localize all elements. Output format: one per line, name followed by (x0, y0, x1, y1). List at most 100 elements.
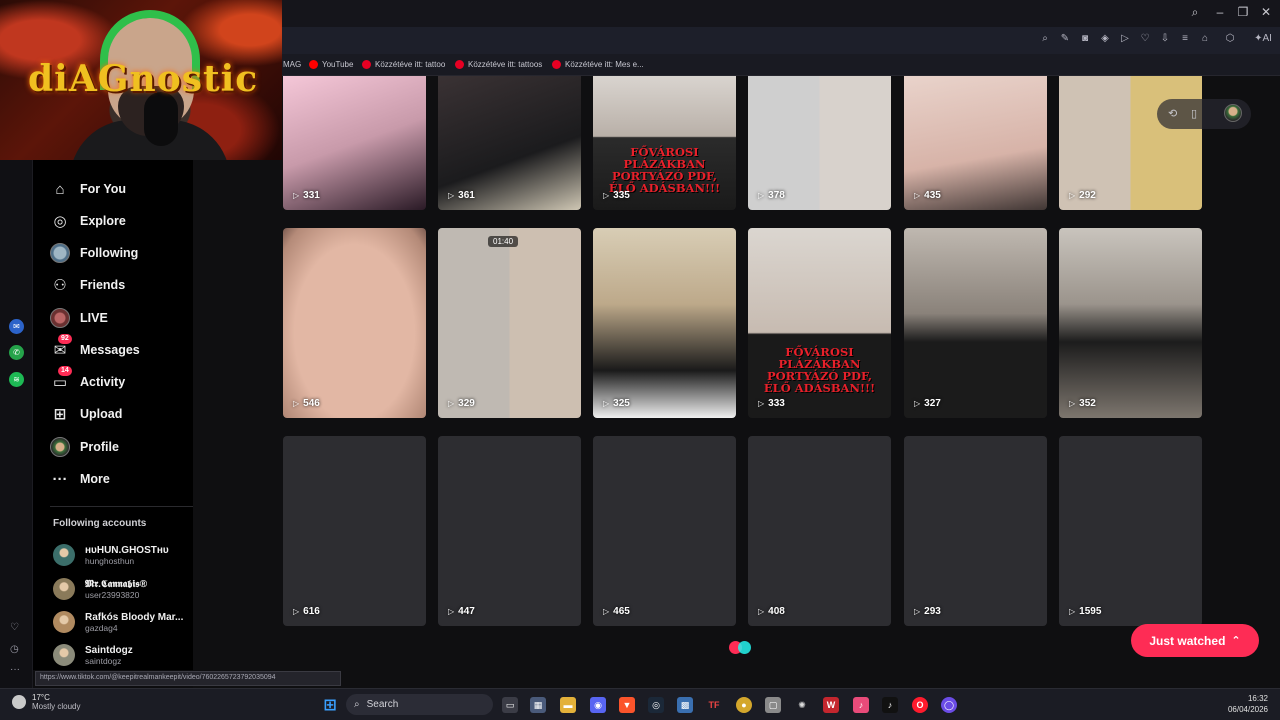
bookmark-mag[interactable]: MAG (283, 60, 301, 69)
video-tile[interactable]: FŐVÁROSI PLÁZÁKBAN PORTYÁZÓ PDF, ÉLŐ ADÁ… (593, 76, 736, 210)
zoom-icon[interactable]: ⌕ (1038, 33, 1052, 44)
video-tile[interactable]: ▷ 293 (904, 436, 1047, 626)
photos-icon[interactable]: ▩ (677, 697, 693, 713)
wps-icon[interactable]: W (823, 697, 839, 713)
pinterest-icon (362, 60, 371, 69)
edit-icon[interactable]: ✎ (1058, 33, 1072, 44)
nav-item-upload[interactable]: ⊞ Upload (50, 404, 123, 424)
weather-temp: 17°C (32, 693, 50, 702)
heart-icon[interactable]: ♡ (1138, 33, 1152, 44)
bookmark-pinterest-2[interactable]: Közzétéve itt: tattoos (455, 60, 542, 69)
search-icon: ⌕ (354, 699, 360, 710)
windows-taskbar (0, 688, 1280, 720)
video-tile[interactable]: ▷ 408 (748, 436, 891, 626)
view-count: ▷ 546 (293, 398, 320, 409)
phone-icon[interactable]: ▯ (1191, 107, 1197, 120)
video-tile[interactable]: ▷ 378 (748, 76, 891, 210)
chatgpt-icon[interactable]: ✺ (794, 697, 810, 713)
whatsapp-icon[interactable]: ✆ (9, 345, 24, 360)
nav-item-label: Activity (80, 375, 126, 389)
video-tile[interactable]: ▷ 465 (593, 436, 736, 626)
video-tile[interactable]: 01:40 ▷ 329 (438, 228, 581, 418)
video-tile[interactable]: ▷ 616 (283, 436, 426, 626)
nav-item-following[interactable]: Following (50, 243, 138, 263)
download-icon[interactable]: ⇩ (1158, 33, 1172, 44)
nav-item-explore[interactable]: ◎ Explore (50, 211, 125, 231)
ai-button[interactable]: ✦AI (1250, 33, 1276, 44)
following-account[interactable]: Saintdogz saintdogz (53, 644, 133, 666)
video-duration: 01:40 (488, 236, 519, 247)
nav-item-label: Messages (80, 343, 140, 357)
brave-icon[interactable]: ▼ (619, 697, 635, 713)
tf-icon[interactable]: TF (706, 697, 722, 713)
spotify-icon[interactable]: ≋ (9, 372, 24, 387)
nav-item-more[interactable]: ··· More (50, 469, 110, 489)
maximize-icon[interactable]: ❐ (1235, 5, 1251, 19)
notification-badge: 14 (58, 366, 72, 376)
video-tile[interactable]: ▷ 435 (904, 76, 1047, 210)
video-tile[interactable]: ▷ 361 (438, 76, 581, 210)
messenger-icon[interactable]: ✉ (9, 319, 24, 334)
video-tile[interactable]: ▷ 325 (593, 228, 736, 418)
discord-icon[interactable]: ◉ (590, 697, 606, 713)
task-view-icon[interactable]: ▭ (502, 697, 518, 713)
play-icon[interactable]: ▷ (1118, 33, 1132, 44)
view-count: ▷ 378 (758, 190, 785, 201)
bookmark-label: YouTube (322, 60, 354, 69)
tiktok-sidebar: ⌂ For You ◎ Explore Following ⚇ Friends LIVE ✉ 92… (33, 160, 193, 670)
coin-icon[interactable]: ● (736, 697, 752, 713)
taskbar-clock[interactable]: 16:32 06/04/2026 (1226, 693, 1268, 715)
just-watched-button[interactable]: Just watched ⌃ (1131, 624, 1259, 657)
view-count-value: 361 (458, 190, 475, 201)
nav-item-activity[interactable]: ▭ 14 Activity (50, 366, 126, 392)
search-icon[interactable]: ⌕ (1187, 5, 1203, 20)
tiktok-icon[interactable]: ♪ (882, 697, 898, 713)
bookmark-pinterest-3[interactable]: Közzétéve itt: Mes e... (552, 60, 644, 69)
windows-start-icon[interactable]: ⊞ (322, 697, 338, 714)
nav-item-friends[interactable]: ⚇ Friends (50, 275, 125, 295)
refresh-icon[interactable]: ⟲ (1168, 107, 1177, 120)
nav-item-live[interactable]: LIVE (50, 308, 108, 328)
following-account[interactable]: Rafkós Bloody Mar... gazdag4 (53, 611, 183, 633)
video-tile[interactable]: ▷ 1595 (1059, 436, 1202, 626)
video-tile[interactable]: ▷ 292 (1059, 76, 1202, 210)
video-tile[interactable]: ▷ 327 (904, 228, 1047, 418)
view-count: ▷ 327 (914, 398, 941, 409)
play-icon: ▷ (293, 191, 300, 200)
nav-item-for-you[interactable]: ⌂ For You (50, 179, 126, 199)
video-tile[interactable]: ▷ 546 (283, 228, 426, 418)
minimize-icon[interactable]: – (1212, 5, 1228, 19)
lock-icon[interactable]: ⌂ (1198, 33, 1212, 44)
menu-icon[interactable]: ≡ (1178, 33, 1192, 44)
app-circle-icon[interactable]: ◯ (941, 697, 957, 713)
user-avatar[interactable] (1224, 104, 1242, 122)
camera-icon[interactable]: ◙ (1078, 33, 1092, 44)
account-handle: saintdogz (85, 655, 122, 666)
app-icon[interactable]: ▢ (765, 697, 781, 713)
widgets-icon[interactable]: ▦ (530, 697, 546, 713)
view-count-value: 335 (613, 190, 630, 201)
more-icon[interactable]: ··· (10, 664, 20, 675)
opera-icon[interactable]: O (912, 697, 928, 713)
video-tile[interactable]: ▷ 352 (1059, 228, 1202, 418)
shield-icon[interactable]: ◈ (1098, 33, 1112, 44)
nav-item-messages[interactable]: ✉ 92 Messages (50, 334, 140, 360)
weather-widget[interactable]: 17°C Mostly cloudy (12, 693, 80, 711)
extension-icon[interactable]: ⬡ (1223, 33, 1237, 44)
video-tile[interactable]: ▷ 447 (438, 436, 581, 626)
file-explorer-icon[interactable]: ▬ (560, 697, 576, 713)
compass-icon: ◎ (53, 213, 67, 230)
steam-icon[interactable]: ◎ (648, 697, 664, 713)
video-tile[interactable]: FŐVÁROSI PLÁZÁKBAN PORTYÁZÓ PDF, ÉLŐ ADÁ… (748, 228, 891, 418)
heart-icon[interactable]: ♡ (10, 622, 19, 633)
nav-item-profile[interactable]: Profile (50, 437, 119, 457)
bookmark-pinterest-1[interactable]: Közzétéve itt: tattoo (362, 60, 445, 69)
close-icon[interactable]: ✕ (1258, 5, 1274, 19)
following-account[interactable]: ʜᴜHUN.GHOSTʜᴜ hunghosthun (53, 544, 169, 566)
video-tile[interactable]: ▷ 331 (283, 76, 426, 210)
bookmark-youtube[interactable]: YouTube (309, 60, 353, 69)
following-account[interactable]: 𝕸𝖗.𝕮𝖆𝖓𝖓𝖆𝖇𝖎𝖘® user23993820 (53, 578, 147, 600)
taskbar-search[interactable]: ⌕ Search (346, 694, 493, 715)
tiktok-studio-icon[interactable]: ♪ (853, 697, 869, 713)
history-icon[interactable]: ◷ (10, 644, 19, 655)
